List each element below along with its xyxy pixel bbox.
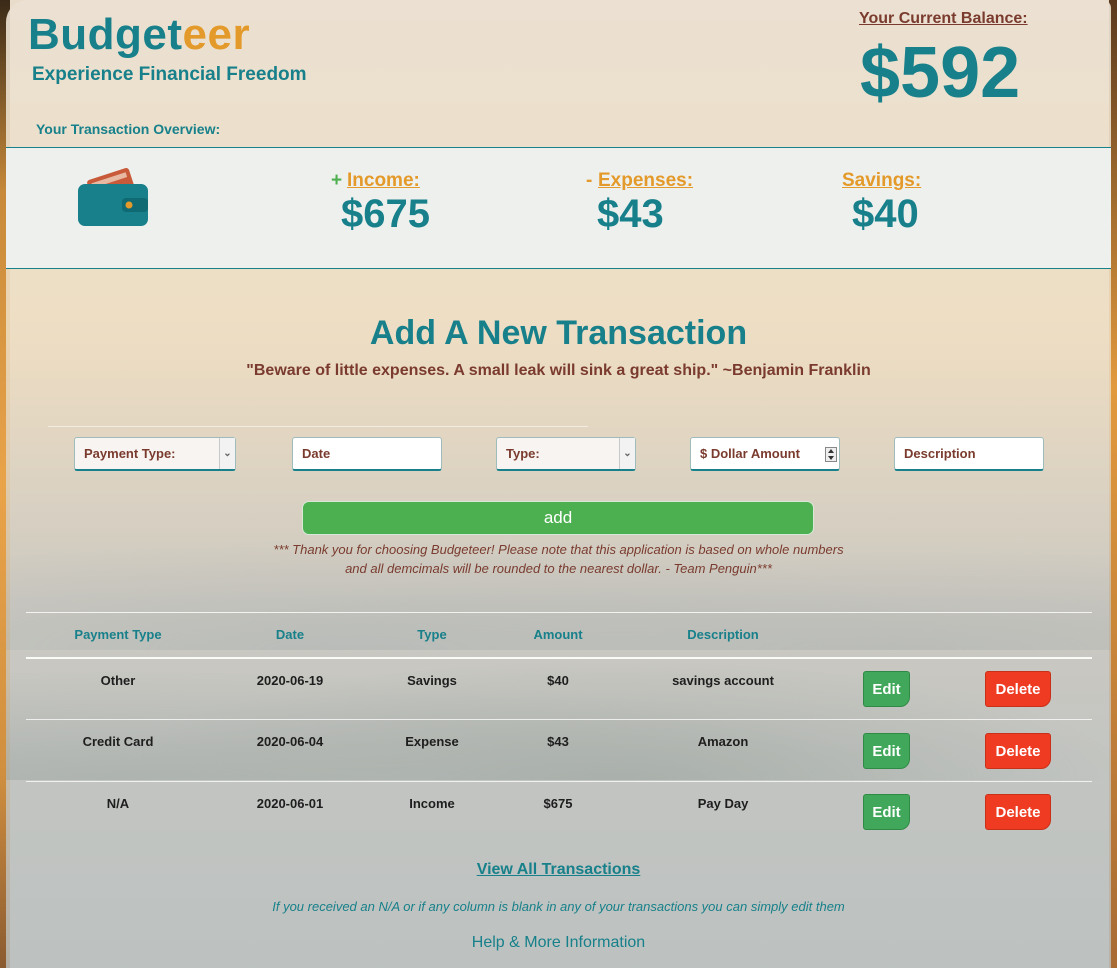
savings-label: Savings: bbox=[842, 170, 922, 191]
overview-band bbox=[6, 147, 1111, 269]
cell-payment-type: Other bbox=[100, 673, 136, 688]
column-header-description: Description bbox=[687, 627, 759, 642]
column-header-date: Date bbox=[275, 627, 305, 642]
delete-button[interactable]: Delete bbox=[985, 794, 1051, 830]
cell-type: Income bbox=[409, 796, 455, 811]
income-plus-sign: + bbox=[331, 170, 343, 191]
cell-amount: $43 bbox=[547, 734, 569, 749]
table-header-border bbox=[26, 657, 1092, 659]
row-divider bbox=[26, 719, 1092, 720]
brand-logo: Budgeteer bbox=[28, 10, 250, 60]
dollar-amount-placeholder: $ Dollar Amount bbox=[700, 446, 800, 461]
balance-value: $592 bbox=[860, 33, 1021, 113]
expenses-minus-sign: - bbox=[586, 170, 593, 191]
edit-button[interactable]: Edit bbox=[863, 794, 910, 830]
delete-button[interactable]: Delete bbox=[985, 733, 1051, 769]
note-line-1: *** Thank you for choosing Budgeteer! Pl… bbox=[273, 542, 844, 557]
edit-button[interactable]: Edit bbox=[863, 671, 910, 707]
cell-amount: $675 bbox=[543, 796, 573, 811]
column-header-type: Type bbox=[417, 627, 447, 642]
add-button[interactable]: add bbox=[302, 501, 814, 535]
cell-amount: $40 bbox=[547, 673, 569, 688]
brand-name-main: Budget bbox=[28, 10, 183, 59]
payment-type-select[interactable]: Payment Type: ⌄ bbox=[74, 437, 236, 471]
add-transaction-title: Add A New Transaction bbox=[369, 314, 748, 352]
balance-label: Your Current Balance: bbox=[859, 10, 1028, 27]
background-hills bbox=[6, 640, 1111, 780]
cell-type: Expense bbox=[405, 734, 459, 749]
view-all-transactions-link[interactable]: View All Transactions bbox=[0, 861, 1117, 879]
chevron-down-icon: ⌄ bbox=[619, 438, 635, 469]
franklin-quote: "Beware of little expenses. A small leak… bbox=[246, 362, 871, 379]
cell-description: Pay Day bbox=[697, 796, 749, 811]
edit-button[interactable]: Edit bbox=[863, 733, 910, 769]
chevron-down-icon: ⌄ bbox=[219, 438, 235, 469]
number-spinner-icon[interactable] bbox=[825, 447, 837, 462]
cell-description: Amazon bbox=[697, 734, 749, 749]
edit-na-note: If you received an N/A or if any column … bbox=[272, 899, 845, 914]
cell-date: 2020-06-19 bbox=[256, 673, 324, 688]
overview-label: Your Transaction Overview: bbox=[36, 121, 221, 137]
expenses-label: Expenses: bbox=[598, 170, 694, 191]
table-top-border bbox=[26, 612, 1092, 613]
cell-payment-type: N/A bbox=[106, 796, 130, 811]
dollar-amount-input[interactable]: $ Dollar Amount bbox=[690, 437, 840, 471]
cell-date: 2020-06-04 bbox=[256, 734, 324, 749]
expenses-value: $43 bbox=[597, 192, 664, 236]
form-divider bbox=[48, 426, 588, 427]
type-value: Type: bbox=[506, 446, 540, 461]
brand-tagline: Experience Financial Freedom bbox=[32, 64, 307, 85]
cell-date: 2020-06-01 bbox=[256, 796, 324, 811]
cell-type: Savings bbox=[407, 673, 457, 688]
help-link[interactable]: Help & More Information bbox=[0, 934, 1117, 952]
app-background: Budgeteer Experience Financial Freedom Y… bbox=[0, 0, 1117, 968]
description-placeholder: Description bbox=[904, 446, 976, 461]
column-header-payment-type: Payment Type bbox=[74, 627, 162, 642]
main-panel bbox=[6, 0, 1111, 968]
type-select[interactable]: Type: ⌄ bbox=[496, 437, 636, 471]
income-value: $675 bbox=[341, 192, 430, 236]
whole-numbers-note: *** Thank you for choosing Budgeteer! Pl… bbox=[0, 540, 1117, 578]
cell-payment-type: Credit Card bbox=[82, 734, 154, 749]
income-label: Income: bbox=[347, 170, 420, 191]
date-input[interactable]: Date bbox=[292, 437, 442, 471]
row-divider bbox=[26, 781, 1092, 782]
column-header-amount: Amount bbox=[533, 627, 583, 642]
brand-name-accent: eer bbox=[182, 10, 251, 59]
description-input[interactable]: Description bbox=[894, 437, 1044, 471]
savings-value: $40 bbox=[852, 192, 919, 236]
cell-description: savings account bbox=[672, 673, 774, 688]
date-placeholder: Date bbox=[302, 446, 331, 461]
note-line-2: and all demcimals will be rounded to the… bbox=[345, 561, 772, 576]
wallet-icon bbox=[78, 168, 148, 226]
payment-type-value: Payment Type: bbox=[84, 446, 176, 461]
delete-button[interactable]: Delete bbox=[985, 671, 1051, 707]
